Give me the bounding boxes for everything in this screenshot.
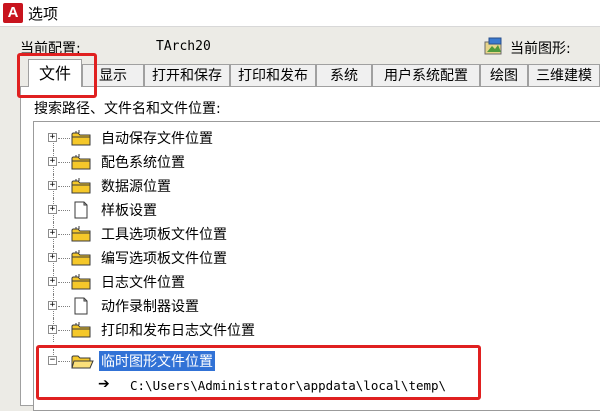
app-icon-letter: A bbox=[7, 4, 19, 21]
arrow-icon: ➔ bbox=[98, 376, 110, 392]
title-bar: A 选项 bbox=[0, 0, 600, 27]
tab-drafting[interactable]: 绘图 bbox=[480, 64, 528, 86]
collapse-icon[interactable]: − bbox=[48, 356, 57, 365]
expand-icon[interactable]: + bbox=[48, 301, 57, 310]
document-icon bbox=[74, 297, 88, 315]
expand-icon[interactable]: + bbox=[48, 229, 57, 238]
current-drawing-label: 当前图形: bbox=[510, 41, 571, 57]
folder-icon bbox=[71, 226, 91, 242]
expand-icon[interactable]: + bbox=[48, 181, 57, 190]
tree-item-data-sources[interactable]: + 数据源位置 bbox=[34, 174, 594, 198]
folder-icon bbox=[71, 178, 91, 194]
temp-path-row[interactable]: ➔ C:\Users\Administrator\appdata\local\t… bbox=[34, 376, 594, 398]
tree-item-tool-palettes[interactable]: + 工具选项板文件位置 bbox=[34, 222, 594, 246]
tab-system[interactable]: 系统 bbox=[316, 64, 372, 86]
folder-icon bbox=[71, 322, 91, 338]
folder-icon bbox=[71, 130, 91, 146]
tab-3d-modeling[interactable]: 三维建模 bbox=[528, 64, 600, 86]
tree-item-label: 工具选项板文件位置 bbox=[101, 227, 227, 243]
app-icon: A bbox=[3, 3, 23, 23]
tab-user-preferences[interactable]: 用户系统配置 bbox=[372, 64, 480, 86]
current-profile-value: TArch20 bbox=[156, 39, 211, 54]
document-icon bbox=[74, 201, 88, 219]
tree-item-label: 样板设置 bbox=[101, 203, 157, 219]
tree-item-template-settings[interactable]: + 样板设置 bbox=[34, 198, 594, 222]
current-profile-label: 当前配置: bbox=[20, 41, 81, 57]
tree-item-temp-drawing[interactable]: − 临时图形文件位置 bbox=[34, 349, 594, 373]
window-title: 选项 bbox=[28, 5, 59, 23]
expand-icon[interactable]: + bbox=[48, 277, 57, 286]
tab-files[interactable]: 文件 bbox=[28, 59, 82, 87]
folder-icon bbox=[71, 154, 91, 170]
section-label: 搜索路径、文件名和文件位置: bbox=[34, 101, 221, 117]
expand-icon[interactable]: + bbox=[48, 253, 57, 262]
tab-display[interactable]: 显示 bbox=[82, 64, 144, 86]
expand-icon[interactable]: + bbox=[48, 205, 57, 214]
tab-strip: 文件 显示 打开和保存 打印和发布 系统 用户系统配置 绘图 三维建模 bbox=[20, 59, 600, 87]
tree-item-action-recorder[interactable]: + 动作录制器设置 bbox=[34, 294, 594, 318]
tree-item-authoring-palettes[interactable]: + 编写选项板文件位置 bbox=[34, 246, 594, 270]
tree-item-autosave[interactable]: + 自动保存文件位置 bbox=[34, 126, 594, 150]
tree-item-color-books[interactable]: + 配色系统位置 bbox=[34, 150, 594, 174]
open-folder-icon bbox=[71, 355, 94, 369]
expand-icon[interactable]: + bbox=[48, 133, 57, 142]
tree-item-log-files[interactable]: + 日志文件位置 bbox=[34, 270, 594, 294]
tree-item-label: 自动保存文件位置 bbox=[101, 131, 213, 147]
folder-icon bbox=[71, 250, 91, 266]
file-location-tree[interactable]: + 自动保存文件位置 + 配色系统位置 + 数据源位置 + 样板设置 + 工具选… bbox=[33, 121, 600, 411]
temp-path-value: C:\Users\Administrator\appdata\local\tem… bbox=[130, 378, 447, 393]
tree-item-label: 数据源位置 bbox=[101, 179, 171, 195]
folder-icon bbox=[71, 274, 91, 290]
tree-item-label: 日志文件位置 bbox=[101, 275, 185, 291]
expand-icon[interactable]: + bbox=[48, 325, 57, 334]
tree-item-label: 配色系统位置 bbox=[101, 155, 185, 171]
tab-open-save[interactable]: 打开和保存 bbox=[144, 64, 230, 86]
tree-item-label: 临时图形文件位置 bbox=[99, 351, 215, 371]
tree-item-label: 编写选项板文件位置 bbox=[101, 251, 227, 267]
tree-item-plot-log[interactable]: + 打印和发布日志文件位置 bbox=[34, 318, 594, 342]
tree-item-label: 打印和发布日志文件位置 bbox=[101, 323, 255, 339]
expand-icon[interactable]: + bbox=[48, 157, 57, 166]
drawing-icon bbox=[484, 37, 502, 55]
tree-item-label: 动作录制器设置 bbox=[101, 299, 199, 315]
tab-plot-publish[interactable]: 打印和发布 bbox=[230, 64, 316, 86]
